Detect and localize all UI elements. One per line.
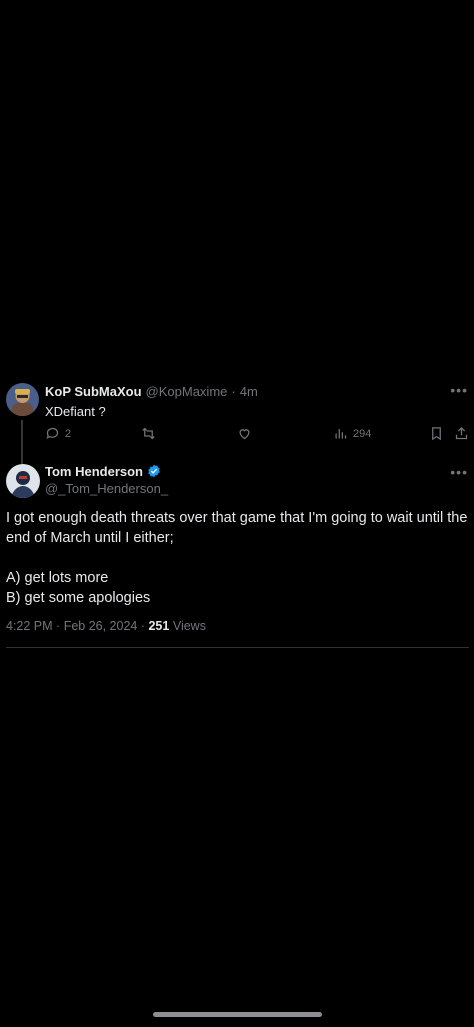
reply-author-handle[interactable]: @KopMaxime	[146, 384, 228, 399]
reply-more-icon[interactable]: •••	[450, 382, 468, 398]
reply-retweet-button[interactable]	[141, 426, 156, 441]
tweet-blank-line	[6, 548, 468, 568]
retweet-icon	[142, 427, 155, 440]
reply-separator: ·	[231, 383, 236, 399]
verified-badge-icon	[148, 464, 160, 478]
reply-actions: 2 294	[45, 426, 468, 446]
tweet-views-count: 251	[148, 619, 170, 633]
comment-icon	[46, 427, 59, 440]
reply-comment-count: 2	[65, 427, 72, 440]
reply-comment-button[interactable]: 2	[45, 426, 71, 441]
reply-like-button[interactable]	[237, 426, 252, 441]
tweet-line-2: A) get lots more	[6, 570, 109, 586]
reply-author-name[interactable]: KoP SubMaXou	[45, 384, 142, 399]
reply-views-count: 294	[353, 427, 372, 440]
reply-time[interactable]: 4m	[240, 384, 258, 399]
reply-avatar[interactable]	[6, 383, 39, 416]
divider	[6, 647, 469, 648]
reply-share-button[interactable]	[454, 426, 469, 441]
tweet-line-1: I got enough death threats over that gam…	[6, 510, 468, 546]
tweet-line-3: B) get some apologies	[6, 590, 151, 606]
views-chart-icon	[335, 429, 347, 439]
reply-text: XDefiant ?	[45, 404, 106, 419]
thread-line	[21, 420, 23, 468]
heart-icon	[239, 429, 250, 440]
tweet-time[interactable]: 4:22 PM	[6, 619, 53, 633]
tweet-text: I got enough death threats over that gam…	[6, 508, 468, 608]
main-more-icon[interactable]: •••	[450, 464, 468, 480]
tweet-date[interactable]: Feb 26, 2024	[64, 619, 138, 633]
main-author-handle[interactable]: @_Tom_Henderson_	[45, 480, 168, 498]
bookmark-icon	[432, 427, 441, 441]
tweet-views-label: Views	[172, 619, 206, 633]
share-icon	[455, 426, 468, 440]
home-indicator[interactable]	[153, 1012, 322, 1017]
main-avatar[interactable]	[6, 464, 40, 498]
main-author-name[interactable]: Tom Henderson	[45, 464, 143, 479]
reply-bookmark-button[interactable]	[429, 426, 444, 441]
reply-views-button[interactable]: 294	[333, 426, 371, 441]
tweet-meta: 4:22 PM · Feb 26, 2024 · 251 Views	[6, 619, 206, 633]
